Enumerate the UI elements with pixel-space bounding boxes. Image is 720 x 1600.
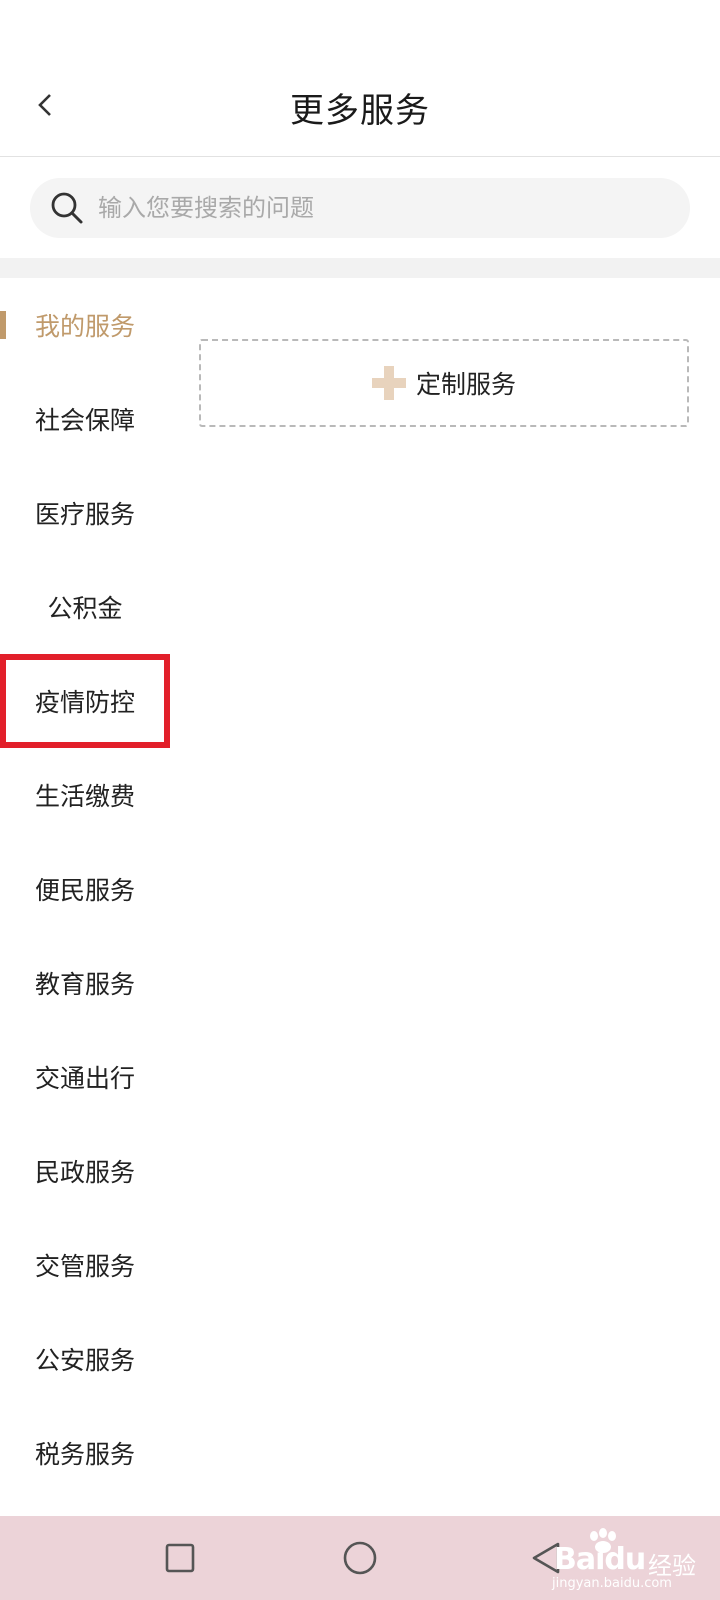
home-button[interactable] [338, 1536, 382, 1580]
sidebar-item-housing-fund[interactable]: 公积金 [0, 560, 170, 654]
home-icon [343, 1541, 377, 1575]
sidebar-item-transport[interactable]: 交通出行 [0, 1030, 170, 1124]
sidebar-item-social-security[interactable]: 社会保障 [0, 372, 170, 466]
section-divider [0, 258, 720, 278]
sidebar-item-civil-affairs[interactable]: 民政服务 [0, 1124, 170, 1218]
sidebar-item-convenience[interactable]: 便民服务 [0, 842, 170, 936]
page-title: 更多服务 [290, 91, 430, 131]
sidebar-item-my-services[interactable]: 我的服务 [0, 278, 170, 372]
watermark-brand: Baidu [554, 1542, 646, 1577]
top-app-bar: 更多服务 [0, 55, 720, 157]
plus-icon [371, 366, 406, 400]
recent-apps-icon [165, 1543, 195, 1573]
sidebar-item-public-security[interactable]: 公安服务 [0, 1312, 170, 1406]
watermark-url: jingyan.baidu.com [552, 1576, 672, 1591]
sidebar-item-utility-payment[interactable]: 生活缴费 [0, 748, 170, 842]
custom-service-button[interactable]: 定制服务 [199, 339, 689, 427]
search-icon [50, 191, 84, 225]
sidebar-item-tax[interactable]: 税务服务 [0, 1406, 170, 1500]
search-bar[interactable] [30, 178, 690, 238]
category-sidebar: 我的服务 社会保障 医疗服务 公积金 疫情防控 生活缴费 便民服务 教育服务 交… [0, 278, 170, 1500]
sidebar-item-medical[interactable]: 医疗服务 [0, 466, 170, 560]
recent-apps-button[interactable] [158, 1536, 202, 1580]
sidebar-item-education[interactable]: 教育服务 [0, 936, 170, 1030]
search-input[interactable] [98, 194, 618, 222]
sidebar-item-epidemic-control[interactable]: 疫情防控 [0, 654, 170, 748]
custom-service-label: 定制服务 [415, 370, 516, 399]
baidu-jingyan-watermark: Baidu 经验 jingyan.baidu.com [552, 1524, 712, 1594]
sidebar-item-traffic-management[interactable]: 交管服务 [0, 1218, 170, 1312]
